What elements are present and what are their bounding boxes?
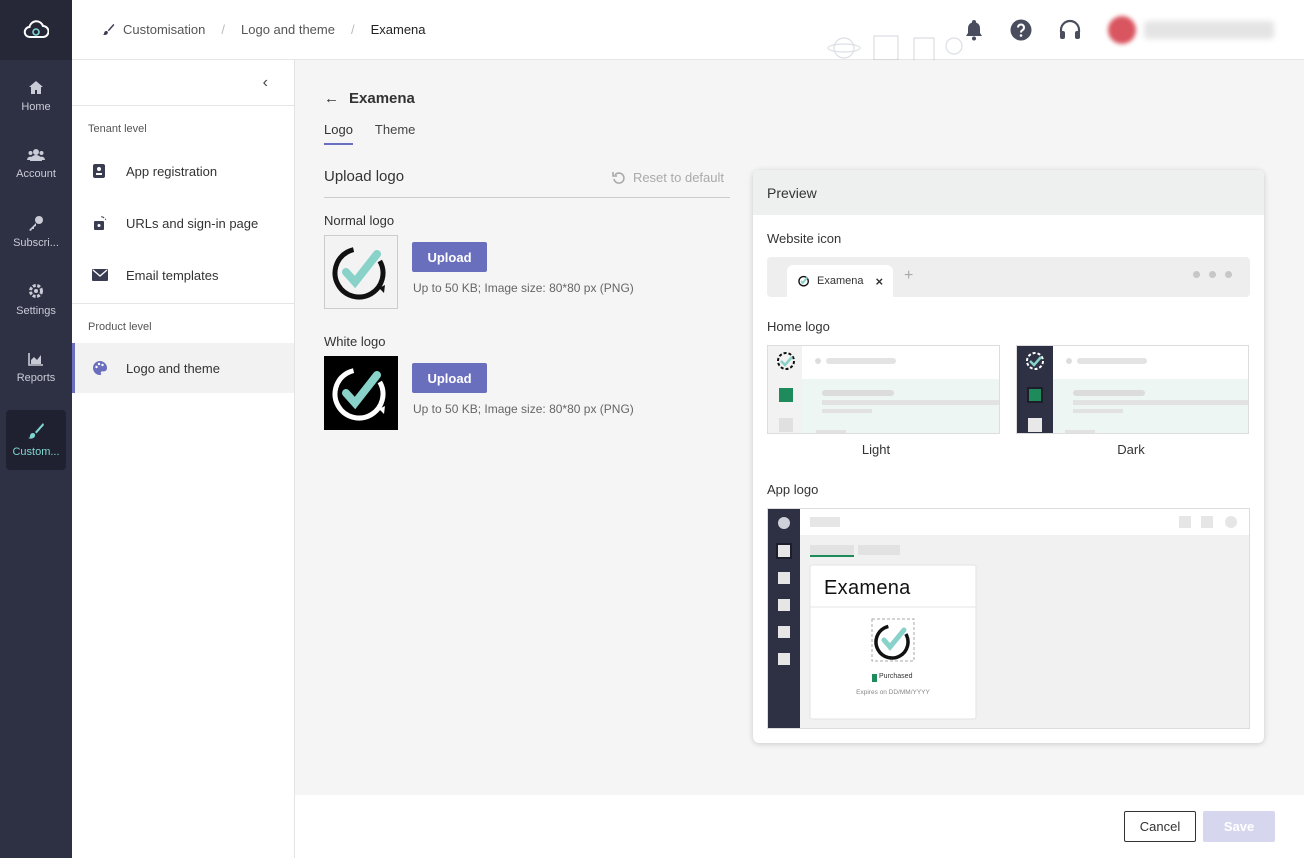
key-icon (29, 216, 43, 231)
customisation-sidebar: ‹ Tenant level App registration URLs and… (72, 60, 295, 858)
product-level-heading: Product level (88, 321, 152, 333)
chevron-left-icon[interactable]: ‹ (263, 74, 268, 92)
sidebar-item-email-templates[interactable]: Email templates (72, 249, 294, 301)
breadcrumb-customisation[interactable]: Customisation (123, 22, 205, 37)
browser-tab-label: Examena (817, 275, 864, 287)
preview-panel: Preview Website icon Examena × + Home lo… (753, 170, 1264, 743)
back-arrow-icon[interactable]: ← (324, 90, 339, 107)
rail-item-label: Account (16, 168, 56, 180)
rail-item-label: Subscri... (13, 237, 59, 249)
user-name-blurred[interactable] (1144, 21, 1274, 39)
cancel-button[interactable]: Cancel (1124, 811, 1196, 842)
rail-item-reports[interactable]: Reports (6, 338, 66, 398)
brush-icon (28, 423, 44, 439)
rail-item-label: Custom... (12, 446, 60, 458)
home-logo-light-preview (767, 345, 1000, 434)
rail-item-customisation[interactable]: Custom... (6, 410, 66, 470)
browser-tab: Examena × (787, 265, 893, 297)
rail-item-subscriptions[interactable]: Subscri... (6, 202, 66, 262)
website-icon-label: Website icon (767, 231, 842, 246)
home-logo-label: Home logo (767, 319, 830, 334)
page-title-text: Examena (349, 90, 415, 107)
normal-logo-thumbnail (324, 235, 398, 309)
home-icon (29, 80, 43, 94)
app-card-title: Examena (824, 577, 911, 599)
examena-favicon-icon (798, 275, 809, 287)
app-registration-icon (92, 163, 126, 179)
plus-icon: + (904, 267, 914, 284)
notification-bell-icon[interactable] (964, 19, 984, 41)
normal-logo-label: Normal logo (324, 213, 395, 228)
app-card-badge: Purchased (879, 673, 913, 680)
reset-label: Reset to default (632, 170, 724, 185)
app-rail: Home Account Subscri... Settings Reports… (0, 0, 72, 858)
normal-logo-section: Normal logo Upload Up to 50 KB; Image si… (324, 213, 634, 309)
light-caption: Light (861, 442, 891, 457)
envelope-icon (92, 269, 126, 281)
home-logo-dark-preview (1016, 345, 1249, 434)
white-logo-section: White logo Upload Up to 50 KB; Image siz… (324, 334, 634, 430)
white-logo-thumbnail (324, 356, 398, 430)
white-logo-label: White logo (324, 334, 386, 349)
headset-support-icon[interactable] (1058, 19, 1082, 41)
reset-to-default-button[interactable]: Reset to default (612, 170, 724, 185)
breadcrumb: Customisation / Logo and theme / Examena (102, 22, 426, 37)
breadcrumb-separator: / (221, 22, 225, 37)
sidebar-item-app-registration[interactable]: App registration (72, 145, 294, 197)
dark-caption: Dark (1117, 442, 1145, 457)
sidebar-item-logo-and-theme[interactable]: Logo and theme (72, 343, 294, 393)
breadcrumb-logo-and-theme[interactable]: Logo and theme (241, 22, 335, 37)
tenant-level-heading: Tenant level (88, 123, 147, 135)
breadcrumb-current: Examena (370, 22, 426, 37)
sign-in-icon (92, 215, 126, 231)
main-content: ← Examena Logo Theme Upload logo Reset t… (295, 60, 1304, 795)
help-icon[interactable] (1010, 19, 1032, 41)
top-bar: Customisation / Logo and theme / Examena (72, 0, 1304, 60)
examena-logo-icon (332, 246, 386, 300)
preview-title: Preview (753, 170, 1264, 215)
sidebar-collapse: ‹ (72, 60, 294, 106)
page-title: ← Examena (324, 90, 415, 107)
rail-item-home[interactable]: Home (6, 66, 66, 126)
sidebar-item-label: URLs and sign-in page (126, 215, 259, 231)
white-logo-hint: Up to 50 KB; Image size: 80*80 px (PNG) (413, 402, 634, 416)
rail-item-account[interactable]: Account (6, 134, 66, 194)
users-icon (27, 149, 45, 161)
upload-normal-logo-button[interactable]: Upload (412, 242, 487, 272)
gear-icon (29, 284, 43, 298)
app-logo-preview: Examena Purchased Expires on DD/MM/YYYY (767, 508, 1250, 729)
examena-white-logo-icon (332, 367, 386, 421)
normal-logo-hint: Up to 50 KB; Image size: 80*80 px (PNG) (413, 281, 634, 295)
header-doodle-illustration (827, 35, 963, 60)
app-card-expiry: Expires on DD/MM/YYYY (856, 689, 930, 696)
sidebar-item-label: App registration (126, 163, 218, 179)
browser-tab-preview: Examena × + (767, 257, 1250, 297)
cloud-logo-icon[interactable] (0, 0, 72, 60)
brush-icon (102, 23, 115, 35)
close-icon: × (875, 273, 884, 289)
rail-item-label: Home (21, 100, 51, 113)
sidebar-item-label: Email templates (126, 267, 219, 283)
upload-logo-header: Upload logo Reset to default (324, 168, 730, 198)
tab-bar: Logo Theme (324, 122, 437, 145)
chart-icon (28, 353, 43, 366)
upload-white-logo-button[interactable]: Upload (412, 363, 487, 393)
upload-logo-heading: Upload logo (324, 168, 405, 185)
sidebar-item-urls-sign-in[interactable]: URLs and sign-in page (72, 197, 294, 249)
rail-item-settings[interactable]: Settings (6, 270, 66, 330)
more-dots-icon (1184, 271, 1232, 278)
tab-logo[interactable]: Logo (324, 122, 353, 145)
save-button[interactable]: Save (1203, 811, 1275, 842)
avatar[interactable] (1108, 16, 1136, 44)
sidebar-item-label: Logo and theme (126, 360, 220, 376)
tab-theme[interactable]: Theme (375, 122, 415, 145)
breadcrumb-separator: / (350, 22, 355, 37)
palette-icon (92, 360, 126, 376)
rail-item-label: Reports (16, 372, 56, 384)
app-logo-label: App logo (767, 482, 819, 497)
rail-item-label: Settings (16, 305, 56, 317)
reset-icon (612, 171, 625, 184)
footer-bar: Cancel Save (295, 795, 1304, 858)
